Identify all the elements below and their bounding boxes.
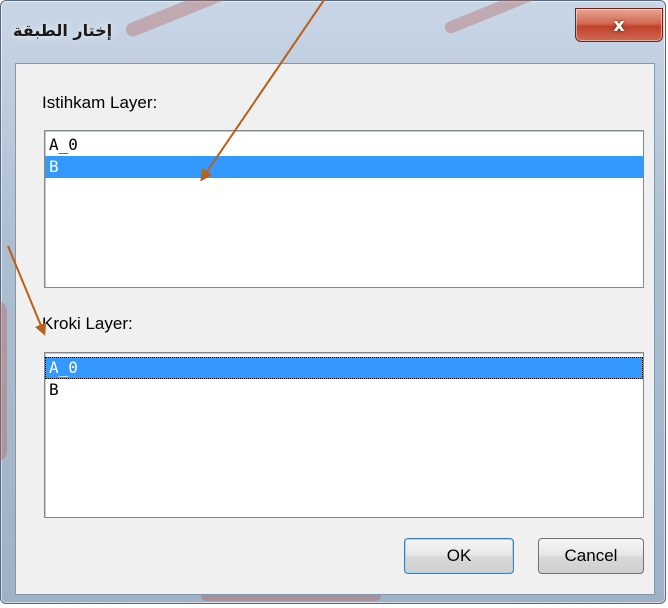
title-bar[interactable]: إختار الطبقة x: [7, 5, 663, 57]
close-icon: x: [613, 14, 625, 36]
istihkam-layer-label: Istihkam Layer:: [42, 93, 158, 112]
kroki-layer-listbox[interactable]: A_0 B: [44, 352, 644, 518]
list-item[interactable]: A_0: [45, 134, 643, 156]
istihkam-layer-listbox[interactable]: A_0 B: [44, 130, 644, 288]
frame-reflection: [0, 301, 7, 461]
window-title: إختار الطبقة: [13, 21, 113, 40]
cancel-button[interactable]: Cancel: [538, 538, 644, 574]
ok-button[interactable]: OK: [404, 538, 514, 574]
list-item[interactable]: B: [45, 156, 643, 178]
screenshot-stage: إختار الطبقة x Istihkam Layer: A_0 B Kro…: [0, 0, 668, 608]
list-item[interactable]: B: [45, 379, 643, 401]
kroki-layer-label: Kroki Layer:: [42, 314, 133, 333]
dialog-window: إختار الطبقة x Istihkam Layer: A_0 B Kro…: [0, 0, 666, 604]
dialog-client-area: Istihkam Layer: A_0 B Kroki Layer: A_0 B…: [15, 63, 655, 595]
list-item[interactable]: A_0: [45, 357, 643, 379]
close-button[interactable]: x: [575, 8, 663, 42]
